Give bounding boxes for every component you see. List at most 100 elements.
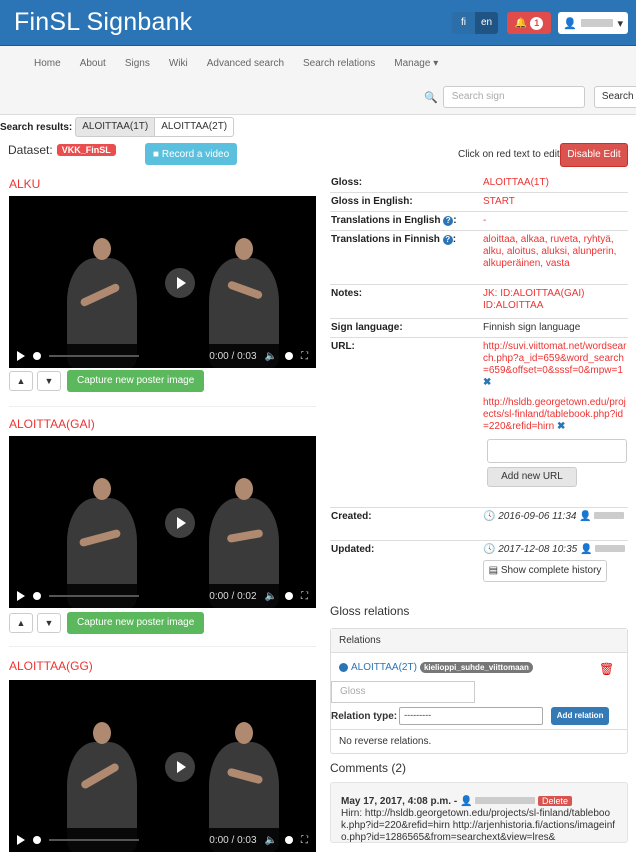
show-history-button[interactable]: ▤ Show complete history (483, 560, 607, 582)
brand-logo[interactable]: FinSL Signbank (14, 8, 192, 37)
gloss-english-value[interactable]: START (479, 196, 628, 208)
created-date: 2016-09-06 11:34 (498, 511, 577, 522)
video-time: 0:00 / 0:02 (209, 590, 257, 602)
notifications-button[interactable]: 🔔 1 (507, 12, 551, 34)
no-reverse-relations: No reverse relations. (331, 729, 627, 753)
url-link[interactable]: http://suvi.viittomat.net/wordsearch.php… (483, 341, 626, 376)
nav-signs[interactable]: Signs (125, 58, 150, 69)
comment-item: May 17, 2017, 4:08 p.m. - 👤 Delete Hirn:… (330, 782, 628, 843)
video-controls: 0:00 / 0:02 🔈 ⛶ (9, 584, 316, 608)
video-title[interactable]: ALOITTAA(GAI) (9, 417, 95, 431)
notes-value[interactable]: JK: ID:ALOITTAA(GAI) ID:ALOITTAA (479, 288, 628, 315)
add-relation-button[interactable]: Add relation (551, 707, 610, 725)
signer-head (93, 722, 111, 744)
comment-text: Hirn: http://hsldb.georgetown.edu/projec… (341, 808, 616, 843)
clock-icon: 🕓 (483, 544, 496, 555)
gloss-details-table: Gloss: ALOITTAA(1T) Gloss in English: ST… (330, 174, 628, 600)
arrow-circle-icon (339, 663, 348, 672)
translations-finnish-value[interactable]: aloittaa, alkaa, ruveta, ryhtyä, alku, a… (479, 234, 628, 281)
user-icon: 👤 (579, 511, 592, 522)
play-icon[interactable] (17, 591, 25, 601)
disable-edit-button[interactable]: Disable Edit (560, 143, 628, 167)
help-icon[interactable]: ? (442, 235, 453, 245)
volume-icon[interactable]: 🔈 (265, 835, 277, 846)
remove-url-icon[interactable]: ✖ (483, 377, 491, 388)
move-down-button[interactable]: ▼ (37, 371, 61, 391)
volume-handle[interactable] (285, 592, 293, 600)
add-url-button[interactable]: Add new URL (487, 467, 577, 487)
signer-head (235, 478, 253, 500)
volume-icon[interactable]: 🔈 (265, 591, 277, 602)
nav-home[interactable]: Home (34, 58, 61, 69)
video-time: 0:00 / 0:03 (209, 350, 257, 362)
video-player[interactable]: 0:00 / 0:02 🔈 ⛶ (9, 436, 316, 608)
search-button[interactable]: Search (593, 86, 636, 108)
move-down-button[interactable]: ▼ (37, 613, 61, 633)
list-icon: ▤ (488, 565, 499, 576)
search-input[interactable]: Search sign (442, 86, 585, 108)
sign-language-value: Finnish sign language (483, 322, 581, 333)
record-video-button[interactable]: ■ Record a video (145, 143, 237, 165)
video-time: 0:00 / 0:03 (209, 834, 257, 846)
user-icon: 👤 (563, 17, 577, 30)
seek-handle[interactable] (33, 352, 41, 360)
play-icon[interactable] (17, 835, 25, 845)
trash-icon[interactable]: 🗑 (599, 662, 614, 676)
lang-en-button[interactable]: en (475, 12, 498, 34)
seek-track[interactable] (49, 355, 139, 357)
bell-icon: 🔔 (514, 17, 528, 29)
nav-search-relations[interactable]: Search relations (303, 58, 375, 69)
result-aloittaa-2t[interactable]: ALOITTAA(2T) (155, 117, 235, 137)
capture-poster-button[interactable]: Capture new poster image (67, 612, 205, 634)
play-icon[interactable] (17, 351, 25, 361)
fullscreen-icon[interactable]: ⛶ (301, 591, 308, 602)
seek-track[interactable] (49, 839, 139, 841)
video-title[interactable]: ALOITTAA(GG) (9, 659, 93, 673)
gloss-english-key: Gloss in English: (331, 196, 413, 207)
seek-handle[interactable] (33, 592, 41, 600)
video-title[interactable]: ALKU (9, 177, 40, 191)
nav-wiki[interactable]: Wiki (169, 58, 188, 69)
nav-advanced-search[interactable]: Advanced search (207, 58, 284, 69)
user-menu-button[interactable]: 👤 ▾ (558, 12, 628, 34)
relation-gloss-link[interactable]: ALOITTAA(2T) (351, 662, 417, 673)
play-overlay-icon[interactable] (165, 508, 195, 538)
relation-gloss-input[interactable]: Gloss (331, 681, 475, 703)
relation-type-select[interactable]: --------- (399, 707, 544, 725)
relation-item[interactable]: ALOITTAA(2T) kielioppi_suhde_viittomaan (339, 662, 533, 673)
fullscreen-icon[interactable]: ⛶ (301, 351, 308, 362)
gloss-value[interactable]: ALOITTAA(1T) (479, 177, 628, 189)
seek-track[interactable] (49, 595, 139, 597)
nav-manage[interactable]: Manage ▾ (394, 58, 438, 69)
url-link[interactable]: http://hsldb.georgetown.edu/projects/sl-… (483, 397, 626, 432)
move-up-button[interactable]: ▲ (9, 613, 33, 633)
capture-poster-button[interactable]: Capture new poster image (67, 370, 205, 392)
help-icon[interactable]: ? (443, 216, 454, 226)
relation-type-badge: kielioppi_suhde_viittomaan (419, 662, 533, 673)
translations-english-value[interactable]: - (479, 215, 628, 227)
video-player[interactable]: 0:00 / 0:03 🔈 ⛶ (9, 196, 316, 368)
dataset-row: Dataset: VKK_FinSL (8, 143, 116, 157)
updated-key: Updated: (331, 544, 375, 555)
new-url-input[interactable] (487, 439, 627, 463)
lang-fi-button[interactable]: fi (452, 12, 475, 34)
move-up-button[interactable]: ▲ (9, 371, 33, 391)
fullscreen-icon[interactable]: ⛶ (301, 835, 308, 846)
play-overlay-icon[interactable] (165, 752, 195, 782)
volume-icon[interactable]: 🔈 (265, 351, 277, 362)
comments-title: Comments (2) (330, 761, 407, 775)
remove-url-icon[interactable]: ✖ (557, 421, 565, 432)
clock-icon: 🕓 (483, 511, 496, 522)
notes-key: Notes: (331, 288, 363, 299)
video-player[interactable]: 0:00 / 0:03 🔈 ⛶ (9, 680, 316, 852)
play-overlay-icon[interactable] (165, 268, 195, 298)
user-icon: 👤 (579, 544, 593, 555)
video-tools: ▲ ▼ Capture new poster image (9, 370, 205, 392)
search-bar: 🔍 Search sign Search (424, 86, 636, 108)
nav-about[interactable]: About (80, 58, 106, 69)
url-item[interactable]: http://suvi.viittomat.net/wordsearch.php… (483, 341, 628, 389)
result-aloittaa-1t[interactable]: ALOITTAA(1T) (75, 117, 156, 137)
delete-comment-button[interactable]: Delete (537, 796, 572, 806)
url-item[interactable]: http://hsldb.georgetown.edu/projects/sl-… (483, 397, 628, 433)
volume-handle[interactable] (285, 352, 293, 360)
